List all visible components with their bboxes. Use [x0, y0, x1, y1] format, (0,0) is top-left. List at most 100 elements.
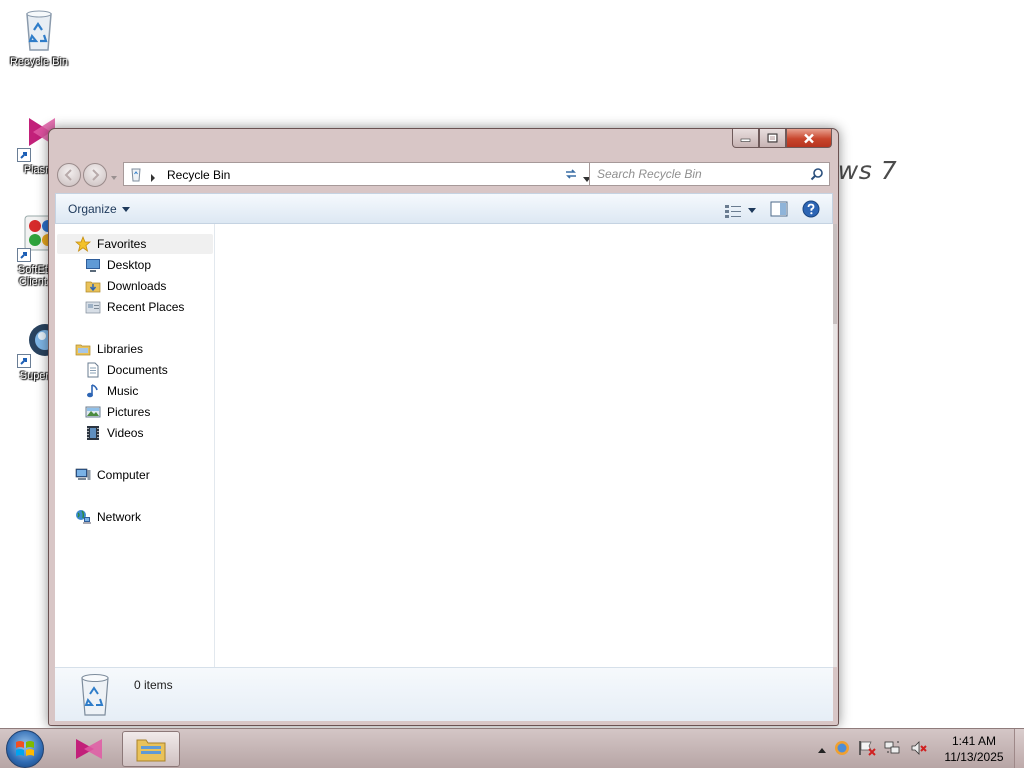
forward-arrow-icon: [92, 169, 100, 181]
chevron-up-icon: [818, 748, 826, 753]
back-arrow-icon: [64, 169, 72, 181]
document-icon: [87, 362, 99, 378]
volume-muted-icon[interactable]: [910, 740, 928, 759]
nav-pictures[interactable]: Pictures: [85, 402, 150, 422]
maximize-button[interactable]: [759, 129, 786, 148]
chevron-down-icon: [748, 208, 756, 213]
shortcut-arrow-icon: [17, 148, 31, 162]
caption-buttons: [732, 129, 832, 148]
command-bar: Organize: [55, 193, 833, 224]
plasma-app-icon: [76, 739, 102, 759]
nav-label: Music: [107, 384, 139, 398]
breadcrumb-chevron-icon[interactable]: [150, 171, 156, 185]
libraries-icon: [75, 344, 91, 356]
scrollbar[interactable]: [833, 224, 837, 667]
refresh-icon: [566, 169, 576, 179]
recent-places-icon: [85, 301, 101, 314]
shortcut-arrow-icon: [17, 248, 31, 262]
chevron-down-icon: [111, 176, 117, 180]
music-note-icon: [87, 384, 98, 398]
show-desktop-button[interactable]: [1014, 729, 1024, 768]
navigation-bar: Recycle Bin: [55, 160, 833, 188]
nav-label: Favorites: [97, 237, 147, 251]
breadcrumb-recycle-bin[interactable]: Recycle Bin: [167, 168, 230, 182]
forward-button[interactable]: [83, 163, 107, 187]
command-bar-right: [724, 200, 820, 221]
recycle-bin-icon: [128, 166, 144, 185]
navigation-pane: Favorites Desktop Downloads Recent Place…: [55, 224, 215, 667]
show-hidden-icons-button[interactable]: [818, 742, 826, 756]
nav-label: Computer: [97, 468, 150, 482]
scrollbar-thumb[interactable]: [833, 224, 837, 324]
search-input[interactable]: [590, 163, 802, 185]
network-icon: [76, 510, 91, 524]
folder-icon: [136, 739, 166, 762]
close-button[interactable]: [786, 129, 832, 148]
windows-logo-icon: [16, 741, 34, 756]
nav-label: Pictures: [107, 405, 151, 419]
nav-computer[interactable]: Computer: [75, 465, 150, 485]
close-icon: [804, 133, 814, 143]
downloads-folder-icon: [85, 281, 101, 293]
item-count: 0 items: [134, 678, 173, 692]
minimize-icon: [740, 138, 751, 142]
shortcut-arrow-icon: [17, 354, 31, 368]
tray-browser-icon[interactable]: [834, 740, 850, 759]
desktop-icon: [86, 259, 100, 272]
taskbar-clock[interactable]: 1:41 AM 11/13/2025: [936, 733, 1012, 765]
recent-pages-dropdown[interactable]: [110, 171, 118, 180]
explorer-body: Favorites Desktop Downloads Recent Place…: [55, 224, 837, 667]
nav-libraries[interactable]: Libraries: [75, 339, 143, 359]
clock-date: 11/13/2025: [944, 750, 1004, 764]
nav-label: Desktop: [107, 258, 152, 272]
explorer-window[interactable]: Recycle Bin Organize: [48, 128, 839, 726]
taskbar-plasma-button[interactable]: [60, 731, 118, 767]
details-pane: 0 items: [55, 667, 833, 721]
nav-label: Recent Places: [107, 300, 185, 314]
minimize-button[interactable]: [732, 129, 759, 148]
address-bar[interactable]: Recycle Bin: [123, 162, 600, 186]
recycle-bin-icon: [15, 6, 63, 54]
help-icon: [802, 200, 820, 218]
clock-time: 1:41 AM: [951, 734, 997, 748]
nav-label: Videos: [107, 426, 144, 440]
star-icon: [75, 236, 91, 252]
nav-label: Libraries: [97, 342, 144, 356]
nav-downloads[interactable]: Downloads: [85, 276, 166, 296]
nav-recent-places[interactable]: Recent Places: [85, 297, 184, 317]
action-center-flag-icon[interactable]: [858, 740, 876, 759]
computer-icon: [75, 468, 91, 480]
preview-pane-button[interactable]: [770, 201, 788, 220]
file-list-area[interactable]: [216, 224, 837, 667]
chevron-down-icon: [121, 206, 130, 212]
system-tray: [818, 729, 928, 768]
nav-favorites[interactable]: Favorites: [57, 234, 213, 254]
nav-label: Network: [97, 510, 142, 524]
taskbar-explorer-button[interactable]: [122, 731, 180, 767]
search-box[interactable]: [589, 162, 830, 186]
nav-network[interactable]: Network: [75, 507, 141, 527]
organize-menu-button[interactable]: Organize: [68, 202, 130, 216]
preview-pane-icon: [770, 201, 788, 217]
search-icon[interactable]: [810, 167, 824, 184]
nav-documents[interactable]: Documents: [85, 360, 168, 380]
network-status-icon[interactable]: [884, 740, 902, 759]
back-button[interactable]: [57, 163, 81, 187]
desktop-icon-label: Recycle Bin: [9, 56, 69, 68]
nav-label: Documents: [107, 363, 168, 377]
organize-label: Organize: [68, 202, 117, 216]
film-strip-icon: [87, 426, 99, 440]
taskbar: 1:41 AM 11/13/2025: [0, 728, 1024, 768]
refresh-button[interactable]: [560, 163, 582, 185]
details-view-icon: [725, 204, 741, 218]
start-button[interactable]: [6, 730, 44, 768]
nav-videos[interactable]: Videos: [85, 423, 143, 443]
desktop-icon-recycle-bin[interactable]: Recycle Bin: [1, 6, 77, 68]
change-view-button[interactable]: [724, 203, 756, 219]
recycle-bin-icon: [77, 671, 113, 720]
pictures-icon: [85, 406, 101, 418]
nav-label: Downloads: [107, 279, 167, 293]
nav-desktop[interactable]: Desktop: [85, 255, 151, 275]
nav-music[interactable]: Music: [85, 381, 138, 401]
help-button[interactable]: [802, 200, 820, 221]
